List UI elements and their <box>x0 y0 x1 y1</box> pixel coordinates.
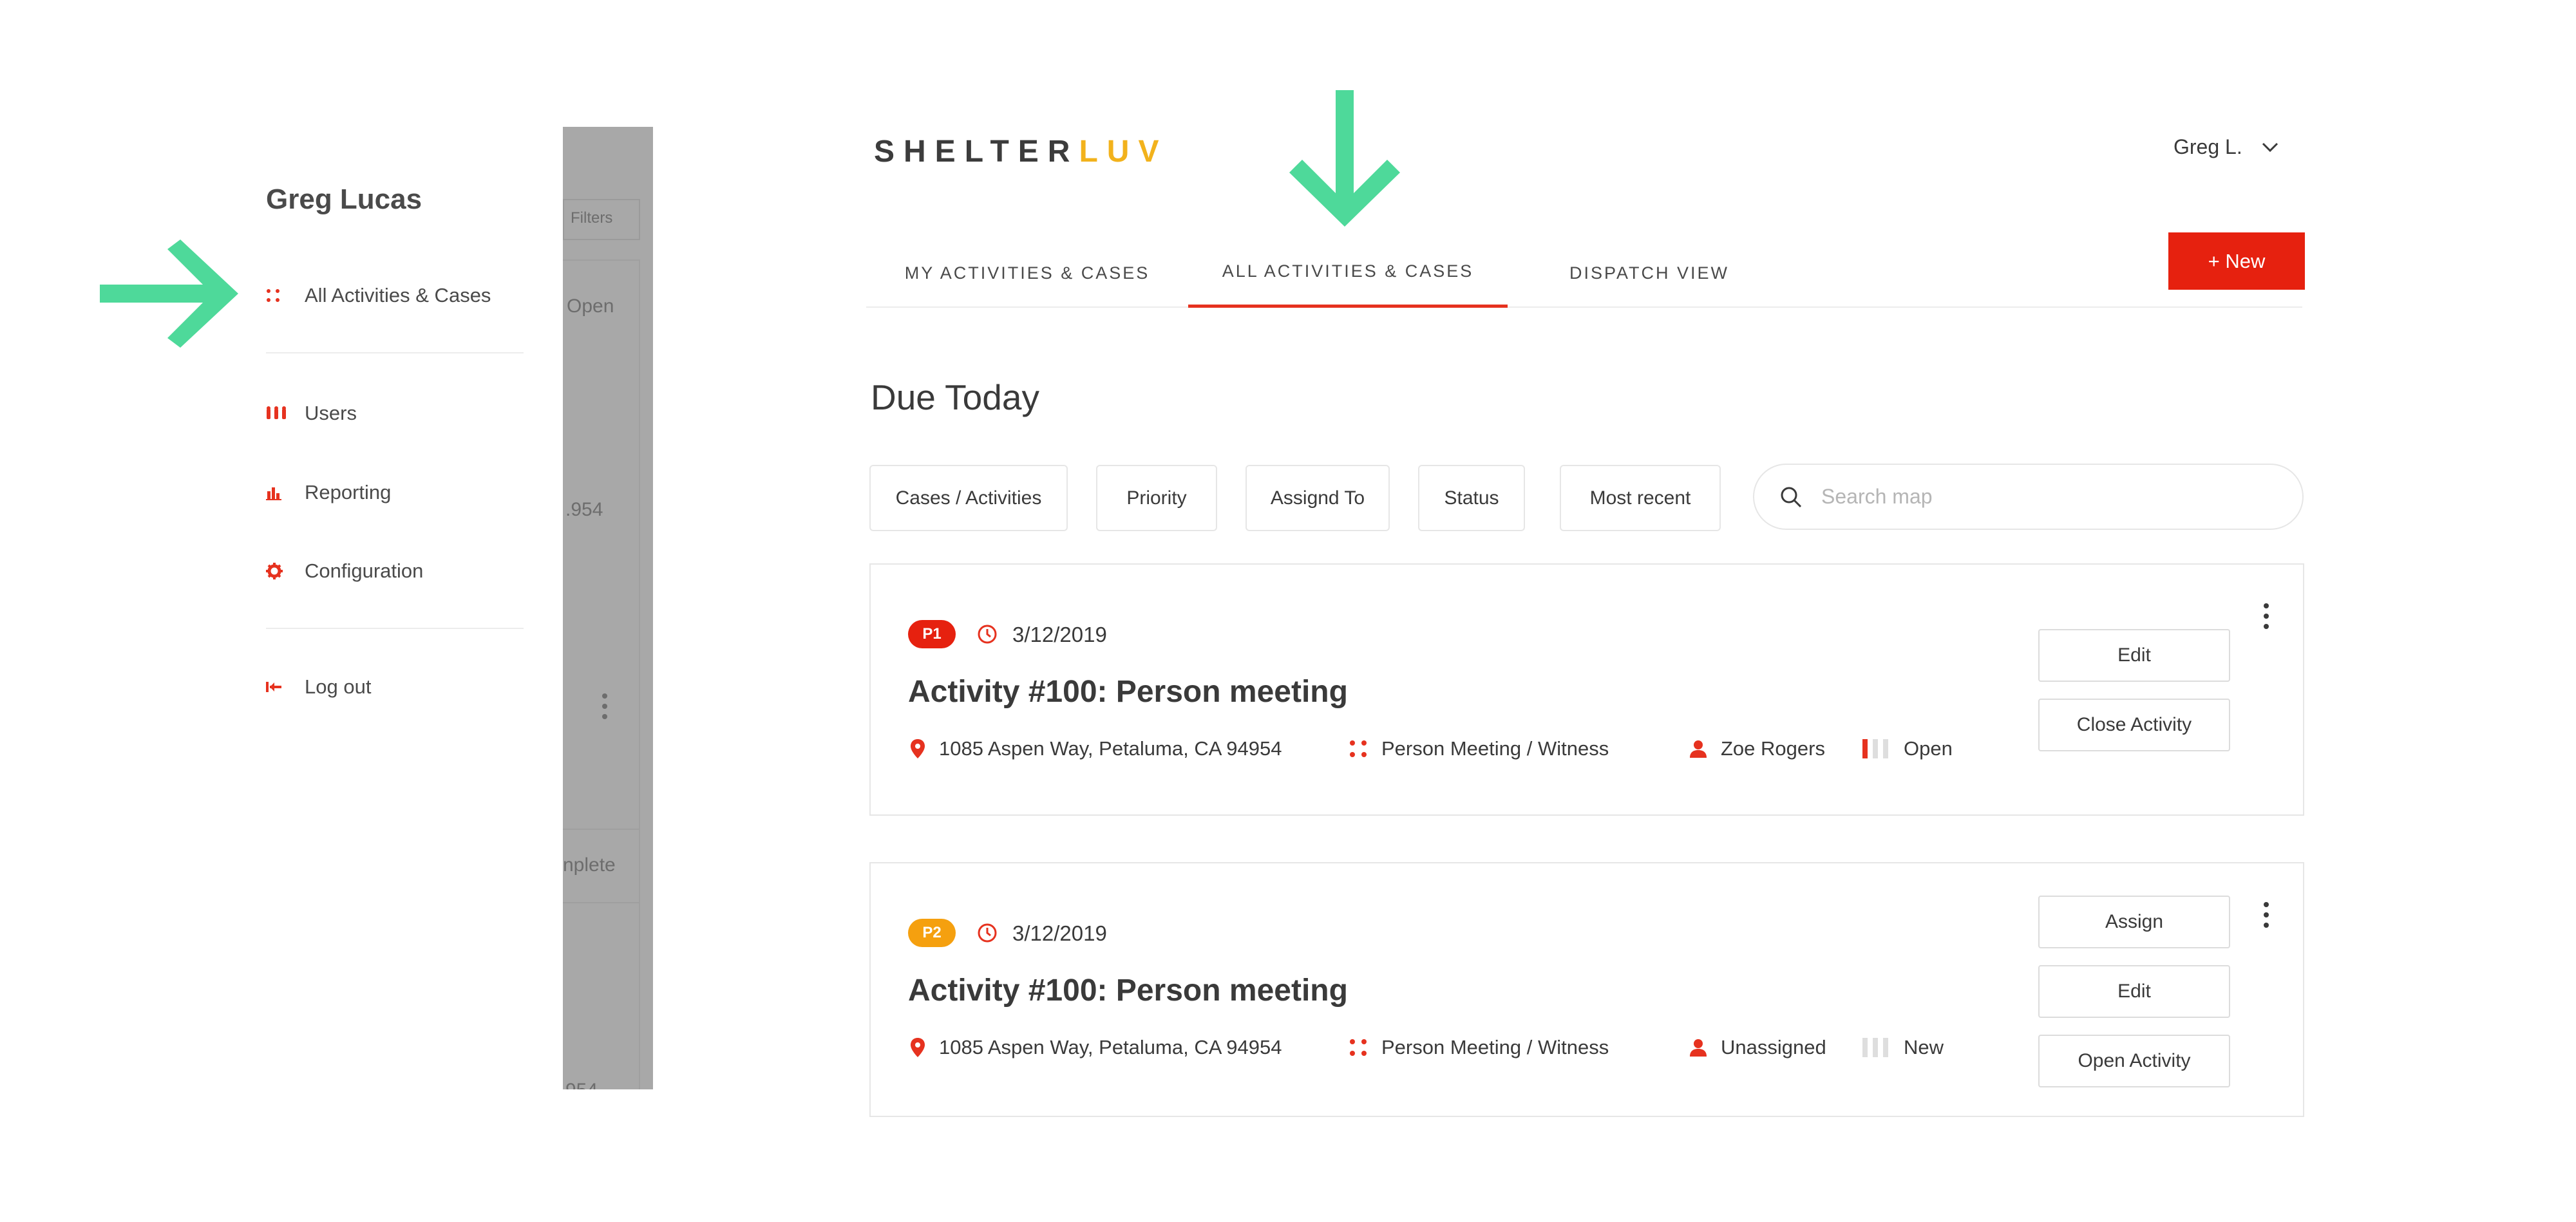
more-options-icon[interactable] <box>2257 896 2276 934</box>
assign-button[interactable]: Assign <box>2038 896 2230 948</box>
type-text: Person Meeting / Witness <box>1381 737 1609 760</box>
ghost-kebab-icon <box>595 687 614 726</box>
more-options-icon[interactable] <box>2257 597 2276 635</box>
main-tabs: MY ACTIVITIES & CASES ALL ACTIVITIES & C… <box>866 238 2302 308</box>
ghost-bottom: 954 <box>565 1080 598 1089</box>
tab-label: DISPATCH VIEW <box>1569 263 1729 283</box>
meta-assignee: Zoe Rogers <box>1690 737 1825 760</box>
logo-part-1: SHELTER <box>874 135 1079 169</box>
tab-label: ALL ACTIVITIES & CASES <box>1222 261 1474 281</box>
close-activity-button[interactable]: Close Activity <box>2038 699 2230 751</box>
open-activity-button[interactable]: Open Activity <box>2038 1035 2230 1087</box>
drawer-divider <box>266 628 524 629</box>
edit-button[interactable]: Edit <box>2038 629 2230 682</box>
filter-priority[interactable]: Priority <box>1096 465 1217 531</box>
person-icon <box>1690 1039 1707 1057</box>
assignee-text: Unassigned <box>1721 1036 1826 1058</box>
new-button[interactable]: + New <box>2168 232 2305 290</box>
card-title[interactable]: Activity #100: Person meeting <box>908 674 1348 710</box>
meta-type: Person Meeting / Witness <box>1349 737 1609 760</box>
section-title: Due Today <box>871 377 1039 417</box>
search-icon <box>1781 487 1802 507</box>
activity-card[interactable]: P2 3/12/2019 Activity #100: Person meeti… <box>869 862 2304 1117</box>
nav-drawer: Greg Lucas All Activities & Cases Users … <box>266 127 567 1089</box>
grid-dots-icon <box>266 288 305 303</box>
meta-status: New <box>1862 1036 1944 1059</box>
annotation-arrow-down-icon <box>1289 90 1400 227</box>
ghost-complete: nplete <box>563 854 616 876</box>
filter-assigned-to[interactable]: Assignd To <box>1245 465 1390 531</box>
meta-status: Open <box>1862 737 1953 760</box>
status-bars-icon <box>1862 739 1888 758</box>
drawer-item-label: Configuration <box>305 559 424 582</box>
status-text: New <box>1904 1036 1944 1058</box>
activity-card[interactable]: P1 3/12/2019 Activity #100: Person meeti… <box>869 563 2304 816</box>
status-bars-icon <box>1862 1038 1888 1057</box>
drawer-item-users[interactable]: Users <box>266 391 524 436</box>
meta-assignee: Unassigned <box>1690 1036 1826 1059</box>
chevron-down-icon <box>2262 142 2278 152</box>
assignee-text: Zoe Rogers <box>1721 737 1825 760</box>
drawer-item-label: Users <box>305 402 357 424</box>
shelterluv-logo[interactable]: SHELTERLUV <box>874 134 1168 169</box>
person-icon <box>1690 740 1707 758</box>
drawer-backdrop[interactable]: Filters Open .954 nplete 954 <box>563 127 653 1089</box>
grid-dots-icon <box>1350 740 1367 757</box>
tab-my-activities[interactable]: MY ACTIVITIES & CASES <box>866 238 1188 308</box>
clock-icon <box>978 923 997 943</box>
filter-cases-activities[interactable]: Cases / Activities <box>869 465 1068 531</box>
clock-icon <box>978 625 997 644</box>
filter-status[interactable]: Status <box>1418 465 1525 531</box>
ghost-filters-label: Filters <box>571 209 613 227</box>
drawer-divider <box>266 352 524 353</box>
search-box[interactable] <box>1753 464 2304 530</box>
drawer-item-configuration[interactable]: Configuration <box>266 549 524 594</box>
drawer-item-label: Reporting <box>305 481 392 503</box>
tab-all-activities[interactable]: ALL ACTIVITIES & CASES <box>1188 238 1508 308</box>
status-text: Open <box>1904 737 1953 760</box>
drawer-item-all-activities[interactable]: All Activities & Cases <box>266 273 524 318</box>
address-text: 1085 Aspen Way, Petaluma, CA 94954 <box>939 1036 1282 1058</box>
drawer-user-name: Greg Lucas <box>266 183 422 215</box>
card-title[interactable]: Activity #100: Person meeting <box>908 973 1348 1008</box>
priority-badge: P2 <box>908 919 956 947</box>
drawer-item-label: Log out <box>305 675 372 698</box>
tab-label: MY ACTIVITIES & CASES <box>904 263 1150 283</box>
users-icon <box>266 406 305 420</box>
user-menu-name: Greg L. <box>2174 135 2242 158</box>
location-pin-icon <box>911 739 925 758</box>
ghost-card <box>563 259 640 903</box>
meta-address: 1085 Aspen Way, Petaluma, CA 94954 <box>911 737 1282 760</box>
gear-icon <box>266 563 305 579</box>
drawer-item-reporting[interactable]: Reporting <box>266 470 524 515</box>
user-menu[interactable]: Greg L. <box>2174 135 2278 159</box>
drawer-item-label: All Activities & Cases <box>305 284 491 306</box>
search-input[interactable] <box>1821 485 2272 509</box>
grid-dots-icon <box>1350 1039 1367 1056</box>
due-date: 3/12/2019 <box>1012 623 1107 646</box>
meta-type: Person Meeting / Witness <box>1349 1036 1609 1059</box>
priority-badge: P1 <box>908 620 956 648</box>
logout-icon <box>266 681 305 693</box>
edit-button[interactable]: Edit <box>2038 965 2230 1018</box>
ghost-status: Open <box>567 296 614 317</box>
address-text: 1085 Aspen Way, Petaluma, CA 94954 <box>939 737 1282 760</box>
meta-address: 1085 Aspen Way, Petaluma, CA 94954 <box>911 1036 1282 1059</box>
bar-chart-icon <box>266 485 305 500</box>
annotation-arrow-right-icon <box>100 240 238 348</box>
type-text: Person Meeting / Witness <box>1381 1036 1609 1058</box>
due-date: 3/12/2019 <box>1012 921 1107 945</box>
ghost-zip: .954 <box>565 499 603 520</box>
drawer-item-logout[interactable]: Log out <box>266 664 524 710</box>
location-pin-icon <box>911 1038 925 1057</box>
filter-most-recent[interactable]: Most recent <box>1560 465 1721 531</box>
logo-part-2: LUV <box>1079 135 1168 169</box>
tab-dispatch-view[interactable]: DISPATCH VIEW <box>1508 238 1791 308</box>
